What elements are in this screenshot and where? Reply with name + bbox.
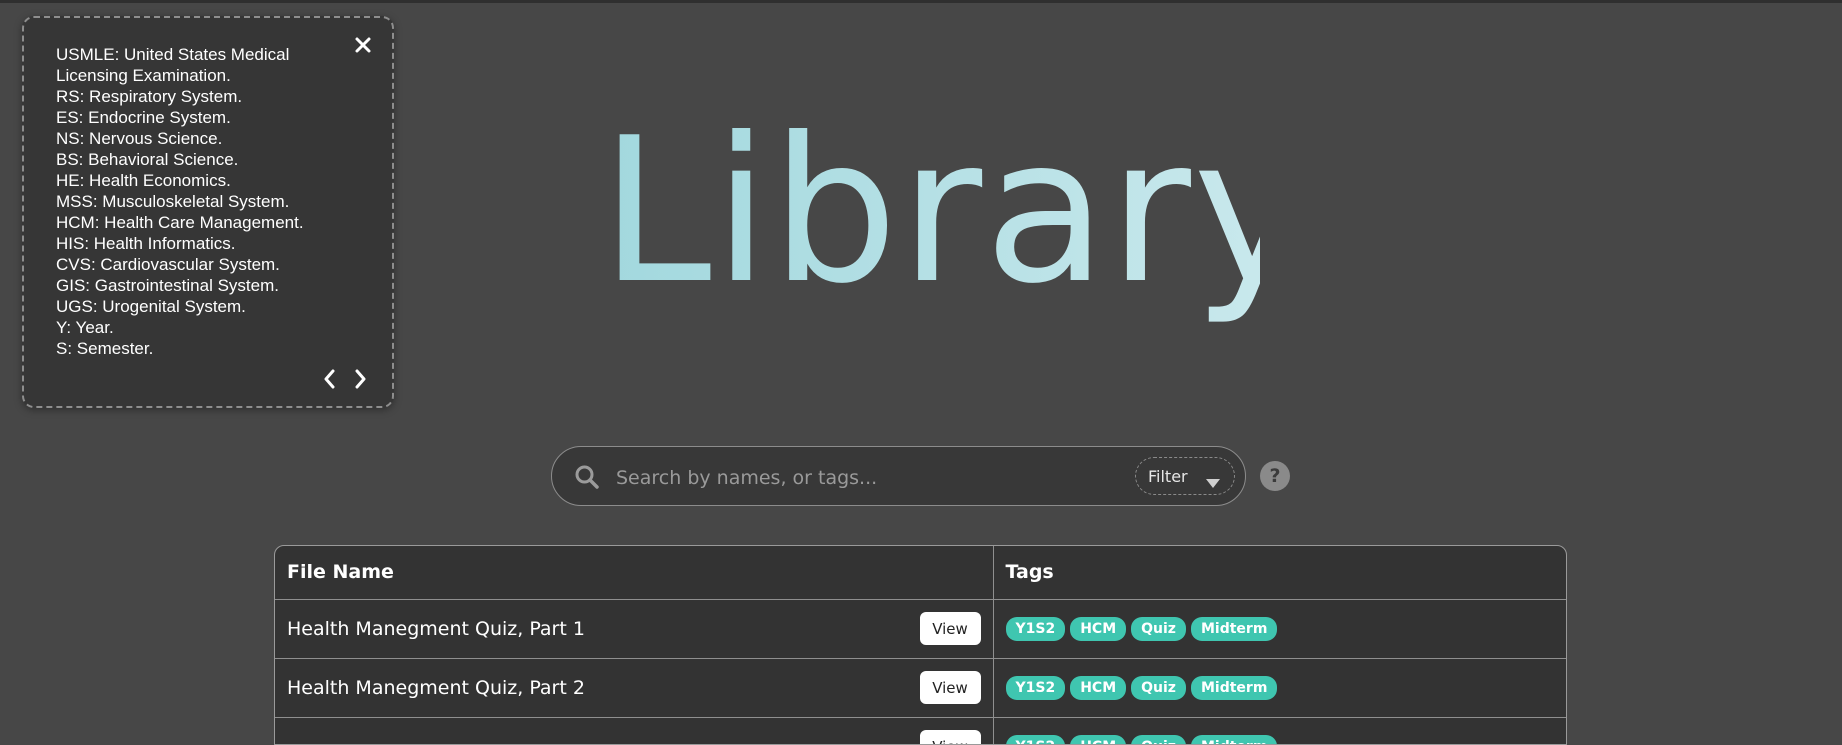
abbreviation-item: BS: Behavioral Science. bbox=[56, 149, 356, 170]
abbreviation-item: Y: Year. bbox=[56, 317, 356, 338]
tag-badge[interactable]: Y1S2 bbox=[1006, 735, 1066, 745]
column-header-tags: Tags bbox=[993, 546, 1566, 599]
table-row: Health Manegment Quiz, Part 2 View Y1S2 … bbox=[275, 658, 1566, 717]
help-button[interactable]: ? bbox=[1260, 461, 1290, 491]
chevron-right-icon[interactable] bbox=[350, 368, 370, 390]
search-bar: Filter bbox=[551, 446, 1246, 506]
chevron-down-icon bbox=[1206, 473, 1220, 482]
abbreviation-item: ES: Endocrine System. bbox=[56, 107, 356, 128]
page-title: Library bbox=[600, 97, 1260, 327]
view-button[interactable]: View bbox=[920, 612, 981, 645]
top-border bbox=[0, 0, 1842, 3]
view-button[interactable]: View bbox=[920, 671, 981, 704]
search-input[interactable] bbox=[614, 457, 1078, 499]
tags-cell: Y1S2 HCM Quiz Midterm bbox=[993, 599, 1566, 658]
abbreviation-item: HE: Health Economics. bbox=[56, 170, 356, 191]
abbreviations-list: USMLE: United States Medical Licensing E… bbox=[56, 44, 356, 359]
tag-badge[interactable]: Midterm bbox=[1191, 617, 1277, 641]
abbreviation-item: RS: Respiratory System. bbox=[56, 86, 356, 107]
filter-dropdown[interactable]: Filter bbox=[1135, 457, 1235, 495]
tags-cell: Y1S2 HCM Quiz Midterm bbox=[993, 658, 1566, 717]
abbreviation-item: CVS: Cardiovascular System. bbox=[56, 254, 356, 275]
view-button[interactable]: View bbox=[920, 730, 981, 745]
chevron-left-icon[interactable] bbox=[320, 368, 340, 390]
panel-navigation bbox=[320, 368, 370, 390]
abbreviation-item: USMLE: United States Medical Licensing E… bbox=[56, 44, 356, 86]
tag-badge[interactable]: Midterm bbox=[1191, 676, 1277, 700]
table-header-row: File Name Tags bbox=[275, 546, 1566, 599]
abbreviation-item: NS: Nervous Science. bbox=[56, 128, 356, 149]
file-name: Health Manegment Quiz, Part 1 bbox=[287, 618, 585, 640]
tag-badge[interactable]: Y1S2 bbox=[1006, 676, 1066, 700]
abbreviation-item: HIS: Health Informatics. bbox=[56, 233, 356, 254]
file-name: Health Manegment Quiz, Part 2 bbox=[287, 677, 585, 699]
abbreviation-item: HCM: Health Care Management. bbox=[56, 212, 356, 233]
files-table: File Name Tags Health Manegment Quiz, Pa… bbox=[274, 545, 1567, 745]
tag-badge[interactable]: HCM bbox=[1070, 617, 1126, 641]
search-icon bbox=[574, 464, 600, 490]
tag-badge[interactable]: HCM bbox=[1070, 735, 1126, 745]
tag-badge[interactable]: Quiz bbox=[1131, 735, 1186, 745]
tags-cell: Y1S2 HCM Quiz Midterm bbox=[993, 717, 1566, 745]
abbreviation-item: MSS: Musculoskeletal System. bbox=[56, 191, 356, 212]
abbreviation-item: UGS: Urogenital System. bbox=[56, 296, 356, 317]
table-row: View Y1S2 HCM Quiz Midterm bbox=[275, 717, 1566, 745]
column-header-file-name: File Name bbox=[275, 546, 993, 599]
filter-label: Filter bbox=[1148, 467, 1188, 486]
tag-badge[interactable]: Y1S2 bbox=[1006, 617, 1066, 641]
abbreviations-panel: USMLE: United States Medical Licensing E… bbox=[22, 16, 394, 408]
tag-badge[interactable]: Quiz bbox=[1131, 676, 1186, 700]
tag-badge[interactable]: Midterm bbox=[1191, 735, 1277, 745]
file-name-cell: Health Manegment Quiz, Part 1 View bbox=[275, 599, 993, 658]
tag-badge[interactable]: HCM bbox=[1070, 676, 1126, 700]
file-name-cell: Health Manegment Quiz, Part 2 View bbox=[275, 658, 993, 717]
table-row: Health Manegment Quiz, Part 1 View Y1S2 … bbox=[275, 599, 1566, 658]
abbreviation-item: S: Semester. bbox=[56, 338, 356, 359]
file-name-cell: View bbox=[275, 717, 993, 745]
abbreviation-item: GIS: Gastrointestinal System. bbox=[56, 275, 356, 296]
tag-badge[interactable]: Quiz bbox=[1131, 617, 1186, 641]
